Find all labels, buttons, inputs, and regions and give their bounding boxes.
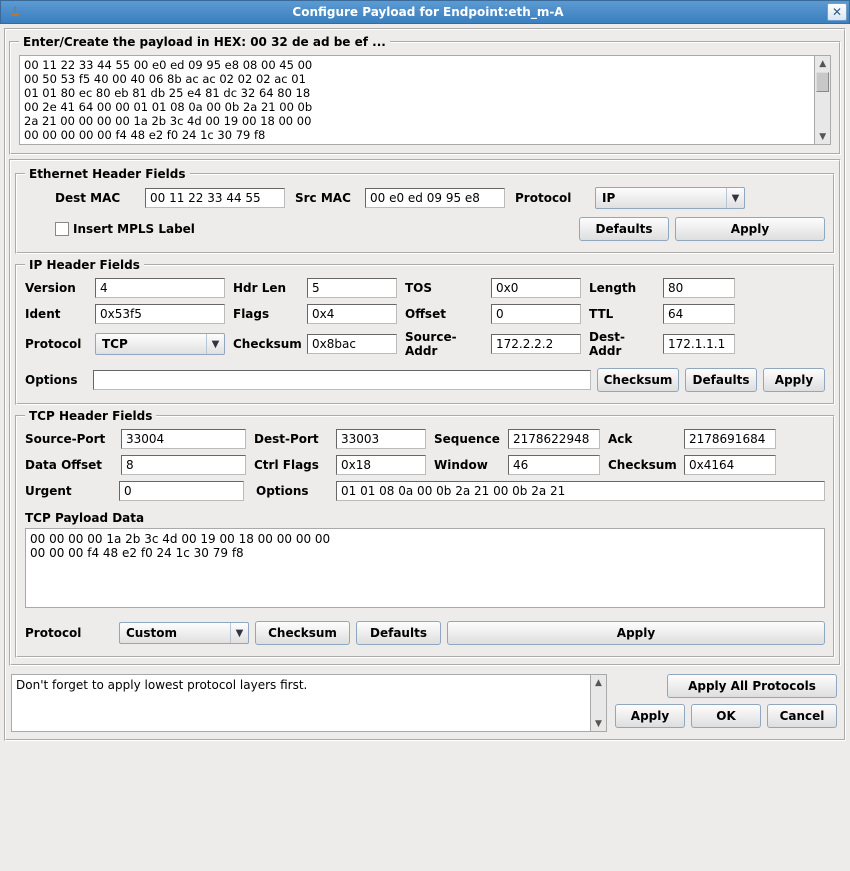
- tcp-dport-input[interactable]: [336, 429, 426, 449]
- ip-hdrlen-label: Hdr Len: [233, 281, 299, 295]
- status-message[interactable]: [11, 674, 591, 732]
- tcp-sport-input[interactable]: [121, 429, 246, 449]
- ip-dst-input[interactable]: [663, 334, 735, 354]
- title-bar: Configure Payload for Endpoint:eth_m-A ✕: [0, 0, 850, 24]
- tcp-window-label: Window: [434, 458, 500, 472]
- dest-mac-label: Dest MAC: [55, 191, 135, 205]
- tcp-ctrl-label: Ctrl Flags: [254, 458, 328, 472]
- chevron-down-icon: ▼: [726, 188, 744, 208]
- ip-length-input[interactable]: [663, 278, 735, 298]
- ip-ttl-label: TTL: [589, 307, 655, 321]
- ip-ident-label: Ident: [25, 307, 87, 321]
- tcp-apply-button[interactable]: Apply: [447, 621, 825, 645]
- ip-ttl-input[interactable]: [663, 304, 735, 324]
- apply-button[interactable]: Apply: [615, 704, 685, 728]
- tcp-seq-label: Sequence: [434, 432, 500, 446]
- ip-offset-label: Offset: [405, 307, 483, 321]
- hex-legend: Enter/Create the payload in HEX: 00 32 d…: [19, 35, 390, 49]
- dest-mac-input[interactable]: [145, 188, 285, 208]
- scroll-down-icon[interactable]: ▼: [815, 129, 830, 144]
- tcp-ctrl-input[interactable]: [336, 455, 426, 475]
- tcp-protocol-select[interactable]: Custom ▼: [119, 622, 249, 644]
- ip-version-input[interactable]: [95, 278, 225, 298]
- scroll-up-icon[interactable]: ▲: [591, 675, 606, 690]
- tcp-cksum-input[interactable]: [684, 455, 776, 475]
- chevron-down-icon: ▼: [230, 623, 248, 643]
- close-button[interactable]: ✕: [827, 3, 847, 21]
- src-mac-input[interactable]: [365, 188, 505, 208]
- ip-options-label: Options: [25, 373, 87, 387]
- eth-apply-button[interactable]: Apply: [675, 217, 825, 241]
- ip-checksum-button[interactable]: Checksum: [597, 368, 679, 392]
- ethernet-fieldset: Ethernet Header Fields Dest MAC Src MAC …: [15, 167, 835, 254]
- tcp-window-input[interactable]: [508, 455, 600, 475]
- tcp-payload-label: TCP Payload Data: [25, 511, 144, 525]
- tcp-dataoff-label: Data Offset: [25, 458, 113, 472]
- ip-checksum-label: Checksum: [233, 337, 299, 351]
- ip-legend: IP Header Fields: [25, 258, 144, 272]
- ip-tos-input[interactable]: [491, 278, 581, 298]
- hex-scrollbar[interactable]: ▲ ▼: [815, 55, 831, 145]
- status-scrollbar[interactable]: ▲ ▼: [591, 674, 607, 732]
- cancel-button[interactable]: Cancel: [767, 704, 837, 728]
- tcp-ack-input[interactable]: [684, 429, 776, 449]
- eth-protocol-label: Protocol: [515, 191, 585, 205]
- window-title: Configure Payload for Endpoint:eth_m-A: [29, 5, 827, 19]
- ip-src-label: Source-Addr: [405, 330, 483, 358]
- tcp-dport-label: Dest-Port: [254, 432, 328, 446]
- ip-checksum-input[interactable]: [307, 334, 397, 354]
- ethernet-legend: Ethernet Header Fields: [25, 167, 190, 181]
- src-mac-label: Src MAC: [295, 191, 355, 205]
- ip-length-label: Length: [589, 281, 655, 295]
- tcp-cksum-label: Checksum: [608, 458, 676, 472]
- ip-tos-label: TOS: [405, 281, 483, 295]
- ip-dst-label: Dest-Addr: [589, 330, 655, 358]
- scroll-up-icon[interactable]: ▲: [815, 56, 830, 71]
- tcp-legend: TCP Header Fields: [25, 409, 156, 423]
- tcp-sport-label: Source-Port: [25, 432, 113, 446]
- tcp-protocol-label: Protocol: [25, 626, 113, 640]
- hex-payload-textarea[interactable]: [19, 55, 815, 145]
- ip-protocol-select[interactable]: TCP ▼: [95, 333, 225, 355]
- tcp-defaults-button[interactable]: Defaults: [356, 621, 441, 645]
- java-icon: [7, 4, 23, 20]
- chevron-down-icon: ▼: [206, 334, 224, 354]
- tcp-seq-input[interactable]: [508, 429, 600, 449]
- ip-hdrlen-input[interactable]: [307, 278, 397, 298]
- tcp-urgent-label: Urgent: [25, 484, 113, 498]
- tcp-options-input[interactable]: [336, 481, 825, 501]
- hex-payload-fieldset: Enter/Create the payload in HEX: 00 32 d…: [9, 35, 841, 155]
- ip-fieldset: IP Header Fields Version Hdr Len TOS Len…: [15, 258, 835, 405]
- apply-all-button[interactable]: Apply All Protocols: [667, 674, 837, 698]
- ip-protocol-label: Protocol: [25, 337, 87, 351]
- ip-ident-input[interactable]: [95, 304, 225, 324]
- ip-version-label: Version: [25, 281, 87, 295]
- ip-flags-label: Flags: [233, 307, 299, 321]
- ip-defaults-button[interactable]: Defaults: [685, 368, 757, 392]
- ip-flags-input[interactable]: [307, 304, 397, 324]
- close-icon: ✕: [832, 5, 842, 19]
- ip-options-input[interactable]: [93, 370, 591, 390]
- tcp-urgent-input[interactable]: [119, 481, 244, 501]
- eth-defaults-button[interactable]: Defaults: [579, 217, 669, 241]
- tcp-fieldset: TCP Header Fields Source-Port Dest-Port …: [15, 409, 835, 658]
- scroll-thumb[interactable]: [816, 72, 829, 92]
- tcp-dataoff-input[interactable]: [121, 455, 246, 475]
- ip-offset-input[interactable]: [491, 304, 581, 324]
- insert-mpls-checkbox[interactable]: Insert MPLS Label: [55, 222, 195, 236]
- ip-src-input[interactable]: [491, 334, 581, 354]
- tcp-payload-textarea[interactable]: [25, 528, 825, 608]
- eth-protocol-select[interactable]: IP ▼: [595, 187, 745, 209]
- tcp-options-label: Options: [256, 484, 330, 498]
- tcp-checksum-button[interactable]: Checksum: [255, 621, 350, 645]
- ip-apply-button[interactable]: Apply: [763, 368, 825, 392]
- ok-button[interactable]: OK: [691, 704, 761, 728]
- tcp-ack-label: Ack: [608, 432, 676, 446]
- scroll-down-icon[interactable]: ▼: [591, 716, 606, 731]
